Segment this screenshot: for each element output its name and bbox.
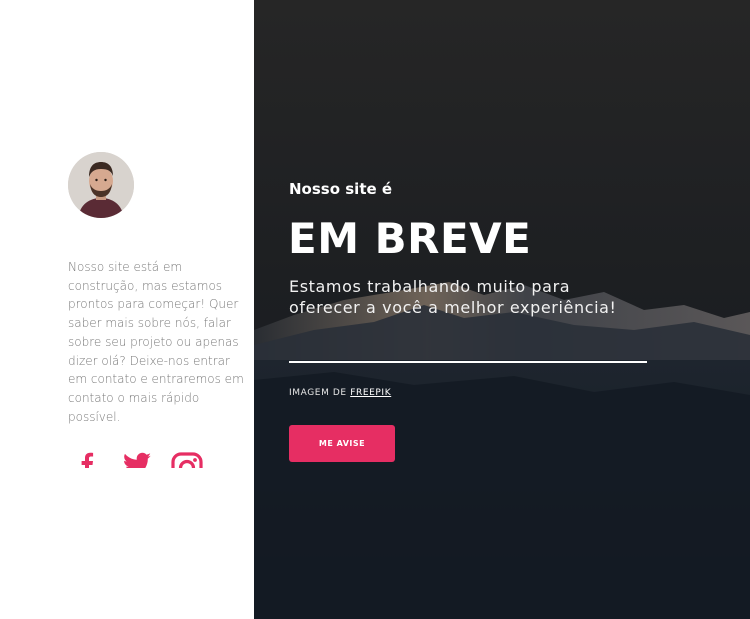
social-links	[76, 452, 216, 468]
twitter-icon[interactable]	[122, 452, 152, 468]
instagram-icon[interactable]	[171, 452, 203, 468]
hero-panel: Nosso site é EM BREVE Estamos trabalhand…	[254, 0, 750, 619]
intro-text: Nosso site está em construção, mas estam…	[68, 260, 244, 424]
hero-subtitle: Estamos trabalhando muito para oferecer …	[289, 277, 617, 317]
facebook-icon[interactable]	[80, 452, 94, 468]
notify-me-button[interactable]: ME AVISE	[289, 425, 395, 462]
image-credit: IMAGEM DE FREEPIK	[289, 388, 391, 398]
left-panel: Nosso site está em construção, mas estam…	[0, 0, 254, 619]
avatar-portrait	[68, 152, 134, 218]
hero-headline: EM BREVE	[288, 214, 532, 263]
hero-kicker: Nosso site é	[289, 180, 393, 198]
image-credit-prefix: IMAGEM DE	[289, 388, 347, 398]
divider	[289, 361, 647, 363]
freepik-link[interactable]: FREEPIK	[350, 388, 391, 398]
avatar	[68, 152, 134, 218]
